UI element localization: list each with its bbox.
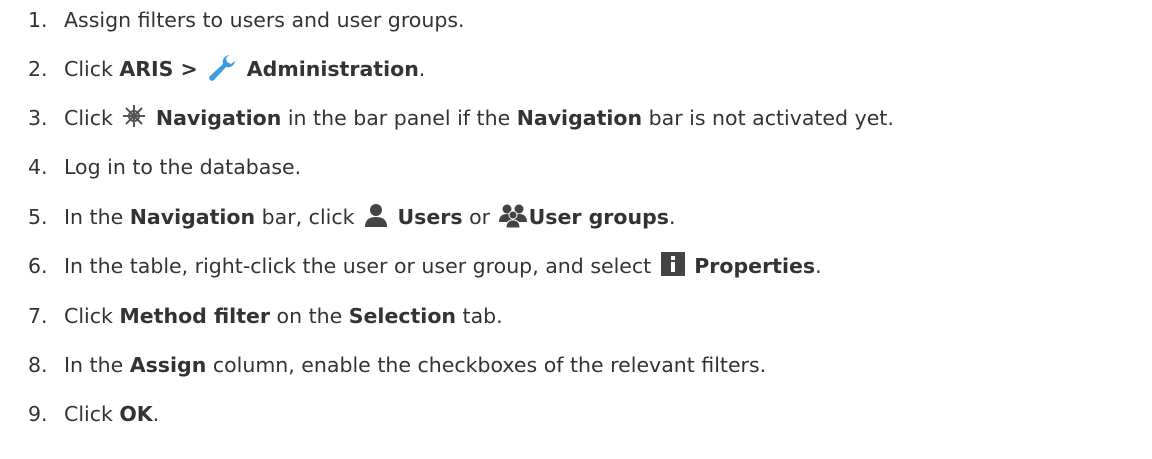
step-text: Log in to the database. xyxy=(64,155,301,179)
step-number: 3. xyxy=(28,106,48,130)
user-groups-icon xyxy=(498,202,527,233)
step-text: In the Assign column, enable the checkbo… xyxy=(64,353,766,377)
step-number: 2. xyxy=(28,57,48,81)
step-text-part: Click xyxy=(64,304,120,328)
step-number: 8. xyxy=(28,353,48,377)
step-text-part xyxy=(198,57,205,81)
instruction-list: 1. Assign filters to users and user grou… xyxy=(0,0,1152,459)
step-text-part: . xyxy=(152,402,160,426)
wrench-icon xyxy=(206,52,238,87)
assign-column-label: Assign xyxy=(129,353,207,377)
step-text-part: . xyxy=(418,57,426,81)
step-text: Click ARIS > Administration . xyxy=(64,52,425,87)
step-text-part: . xyxy=(668,205,676,229)
step-text: Click Method filter on the Selection tab… xyxy=(64,304,503,328)
step-text: Click Navigation in the bar panel if the xyxy=(64,103,894,134)
step-text-part: Log in to the database. xyxy=(64,155,302,179)
step-text: Assign filters to users and user groups. xyxy=(64,8,465,32)
step-text-part: in the bar panel if the xyxy=(281,106,517,130)
navigation-label: Navigation xyxy=(129,205,256,229)
step-number: 1. xyxy=(28,8,48,32)
step-text: In the Navigation bar, click Users or Us… xyxy=(64,202,676,233)
user-groups-label: User groups xyxy=(528,205,669,229)
selection-tab-label: Selection xyxy=(348,304,457,328)
step-number: 6. xyxy=(28,254,48,278)
ok-label: OK xyxy=(119,402,153,426)
step-text-part: In the table, right-click the user or us… xyxy=(64,254,658,278)
user-icon xyxy=(363,202,389,233)
step-text-part: tab. xyxy=(456,304,503,328)
navigation-icon xyxy=(121,103,147,134)
method-filter-label: Method filter xyxy=(119,304,271,328)
step-text-part: bar, click xyxy=(255,205,361,229)
step-text-part: column, enable the checkboxes of the rel… xyxy=(206,353,767,377)
navigation-label: Navigation xyxy=(516,106,643,130)
menu-administration-label: Administration xyxy=(246,57,419,81)
step-text-part: on the xyxy=(270,304,349,328)
step-text-part: Assign filters to users and user groups. xyxy=(64,8,465,32)
step-text-part: or xyxy=(462,205,497,229)
info-icon xyxy=(660,251,686,282)
step-text: Click OK . xyxy=(64,402,159,426)
step-text-part: Click xyxy=(64,106,120,130)
properties-label: Properties xyxy=(694,254,816,278)
menu-aris-label: ARIS > xyxy=(119,57,198,81)
step-number: 5. xyxy=(28,205,48,229)
step-text-part: Click xyxy=(64,402,120,426)
step-text-part: In the xyxy=(64,205,130,229)
step-text-part: In the xyxy=(64,353,130,377)
navigation-label: Navigation xyxy=(155,106,282,130)
step-text: In the table, right-click the user or us… xyxy=(64,251,822,282)
step-number: 9. xyxy=(28,402,48,426)
step-number: 4. xyxy=(28,155,48,179)
step-text-part: . xyxy=(815,254,822,278)
step-number: 7. xyxy=(28,304,48,328)
users-label: Users xyxy=(397,205,463,229)
step-text-part: Click xyxy=(64,57,120,81)
step-text-part: bar is not activated yet. xyxy=(642,106,894,130)
